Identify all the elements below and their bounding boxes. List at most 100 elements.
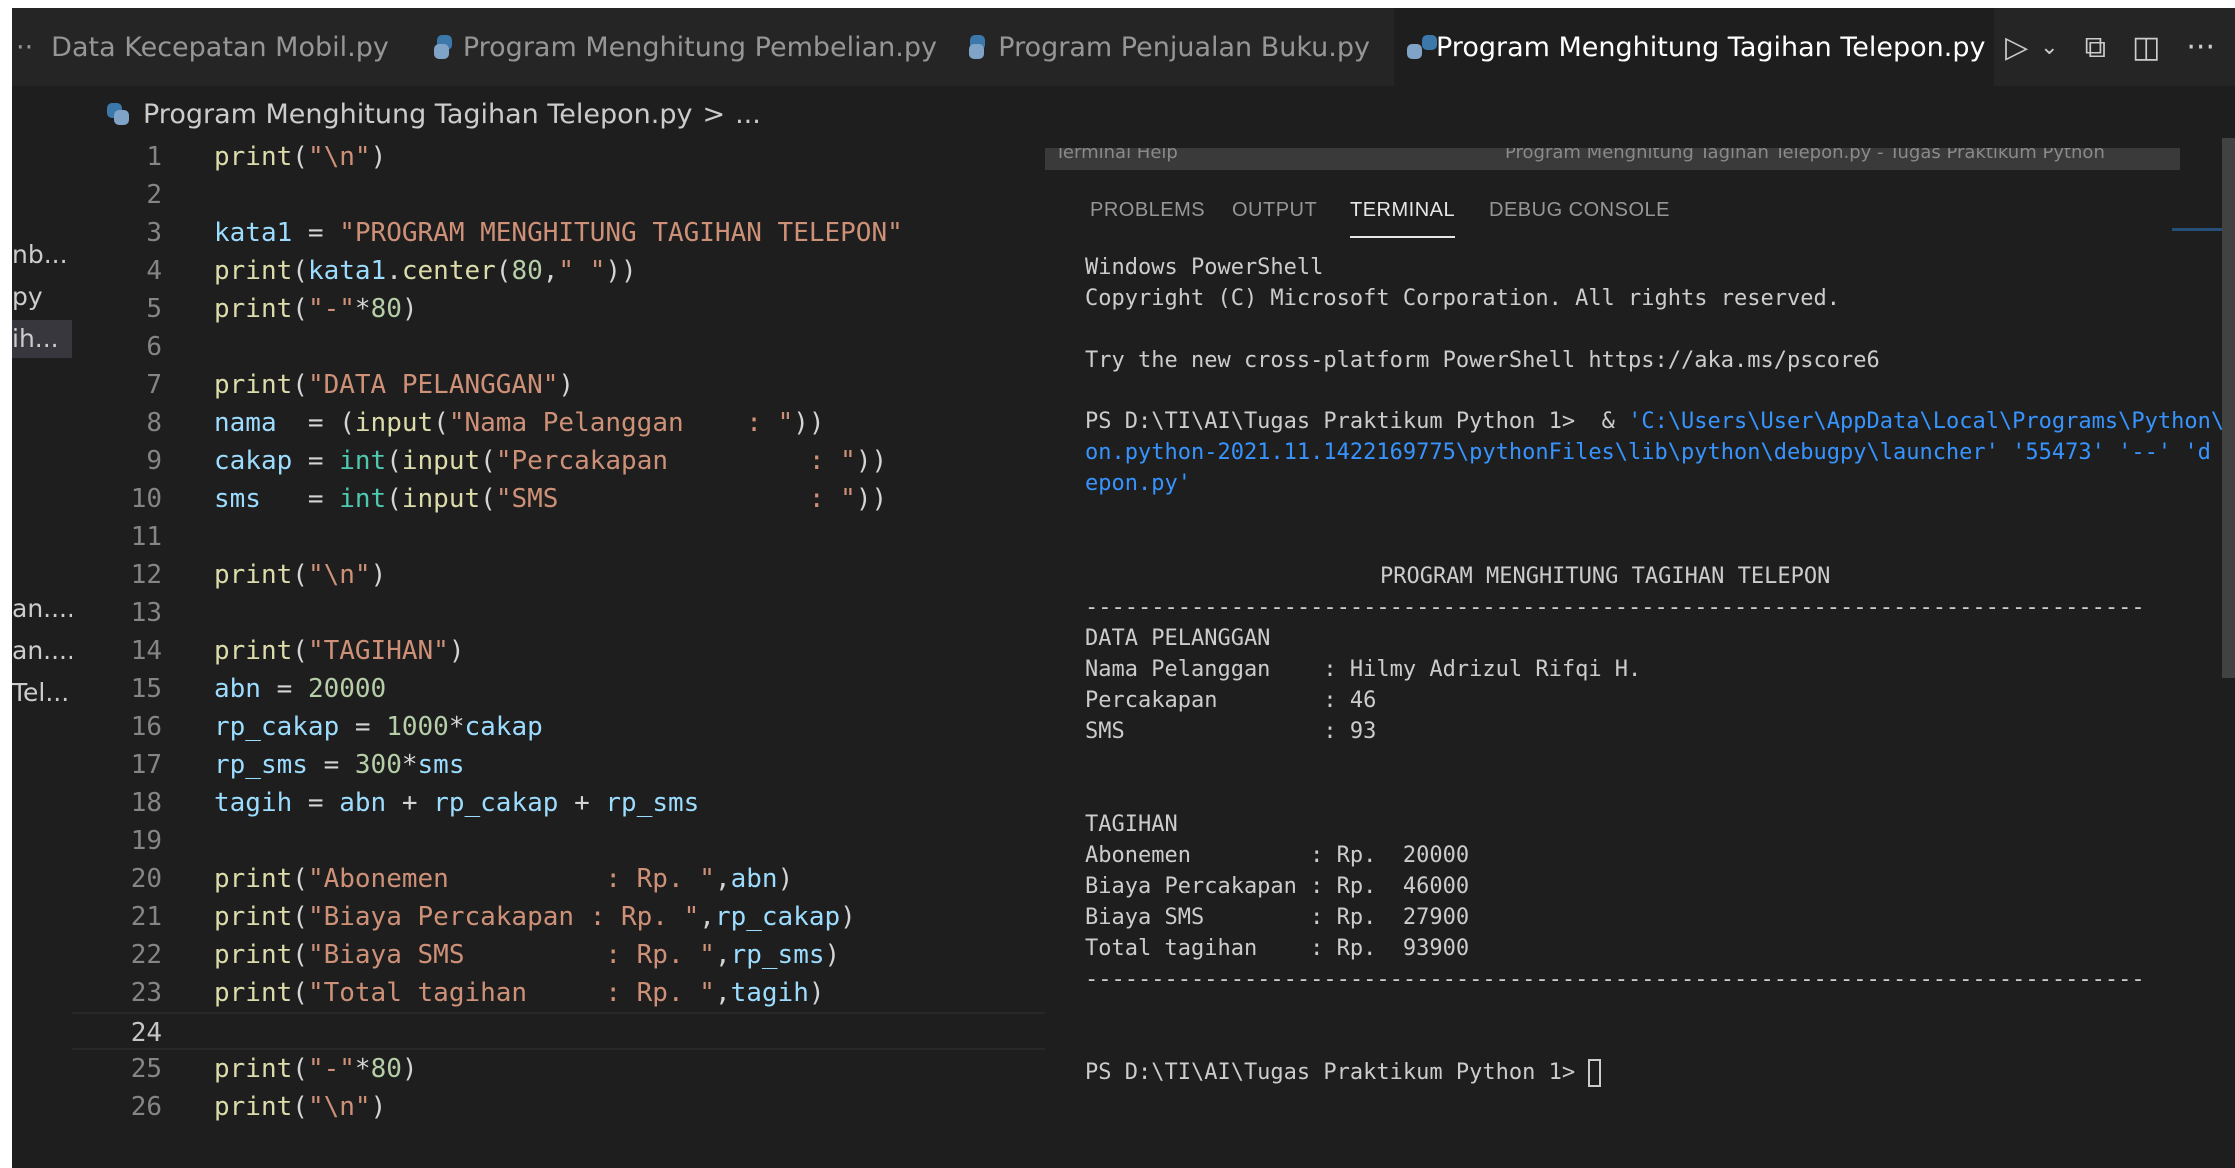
code-line: 19 [72, 822, 1057, 860]
code-line: 23 print("Total tagihan : Rp. ",tagih) [72, 974, 1057, 1012]
code-line: 1 print("\n") [72, 138, 1057, 176]
breadcrumb-file[interactable]: Program Menghitung Tagihan Telepon.py [143, 99, 692, 130]
output-tagihan-header: TAGIHAN [1085, 812, 1178, 837]
terminal-path: epon.py' [1085, 471, 1191, 496]
line-number: 24 [130, 1018, 162, 1048]
vscode-window: ·· Data Kecepatan Mobil.py Program Mengh… [12, 8, 2235, 1168]
explorer-item[interactable]: nb... [12, 236, 72, 274]
code-line: 6 [72, 328, 1057, 366]
code-line: 8 nama = (input("Nama Pelanggan : ")) [72, 404, 1057, 442]
line-number: 23 [130, 978, 162, 1008]
terminal-panel: Terminal Help Program Menghitung Tagihan… [1045, 148, 2235, 1168]
tab-data-kecepatan-mobil[interactable]: ·· Data Kecepatan Mobil.py [12, 8, 389, 86]
breadcrumb: Program Menghitung Tagihan Telepon.py > … [107, 94, 761, 134]
chevron-down-icon[interactable]: ⌄ [2040, 35, 2058, 60]
terminal-prompt: PS D:\TI\AI\Tugas Praktikum Python 1> [1085, 409, 1576, 434]
terminal-path: on.python-2021.11.1422169775\pythonFiles… [1085, 440, 2211, 465]
open-changes-icon[interactable]: ⧉ [2085, 30, 2106, 65]
tab-overflow-label: ·· [16, 31, 34, 63]
output-data-header: DATA PELANGGAN [1085, 626, 1271, 651]
minimap-accent [2172, 228, 2222, 231]
terminal-line: on.python-2021.11.1422169775\pythonFiles… [1085, 438, 2211, 468]
code-line: 14 print("TAGIHAN") [72, 632, 1057, 670]
tab-output[interactable]: OUTPUT [1232, 188, 1317, 238]
line-number: 26 [130, 1092, 162, 1122]
code-editor[interactable]: 1 print("\n") 2 3 kata1 = "PROGRAM MENGHIT… [72, 138, 1057, 1168]
line-number: 18 [130, 788, 162, 818]
line-number: 5 [146, 294, 162, 324]
tab-program-menghitung-pembelian[interactable]: Program Menghitung Pembelian.py [433, 8, 937, 86]
code-line: 18 tagih = abn + rp_cakap + rp_sms [72, 784, 1057, 822]
line-number: 25 [130, 1054, 162, 1084]
tab-label: Program Menghitung Tagihan Telepon.py [1436, 31, 1986, 63]
output-abonemen: Abonemen : Rp. 20000 [1085, 843, 1470, 868]
code-line: 16 rp_cakap = 1000*cakap [72, 708, 1057, 746]
line-number: 20 [130, 864, 162, 894]
code-line: 22 print("Biaya SMS : Rp. ",rp_sms) [72, 936, 1057, 974]
output-rule: ----------------------------------------… [1085, 595, 2145, 620]
line-number: 7 [146, 370, 162, 400]
explorer-item[interactable]: an.... [12, 590, 72, 628]
more-actions-icon[interactable]: ··· [2186, 30, 2215, 65]
line-number: 10 [130, 484, 162, 514]
explorer-item[interactable]: an.... [12, 632, 72, 670]
line-number: 8 [146, 408, 162, 438]
tab-terminal[interactable]: TERMINAL [1350, 188, 1456, 238]
code-line: 13 [72, 594, 1057, 632]
editor-toolbar: ▷ ⌄ ⧉ ◫ ··· [2005, 8, 2215, 86]
line-number: 15 [130, 674, 162, 704]
tab-debug-console[interactable]: DEBUG CONSOLE [1489, 188, 1670, 238]
terminal-operator: & [1601, 409, 1615, 434]
code-line-current: 24 [72, 1012, 1057, 1050]
code-line: 12 print("\n") [72, 556, 1057, 594]
editor-tab-bar: ·· Data Kecepatan Mobil.py Program Mengh… [12, 8, 2235, 86]
output-nama: Nama Pelanggan : Hilmy Adrizul Rifqi H. [1085, 657, 1642, 682]
terminal-cursor [1588, 1059, 1602, 1087]
run-icon[interactable]: ▷ [2005, 30, 2028, 65]
output-title: PROGRAM MENGHITUNG TAGIHAN TELEPON [1380, 564, 1831, 589]
code-line: 5 print("-"*80) [72, 290, 1057, 328]
output-biaya-percakapan: Biaya Percakapan : Rp. 46000 [1085, 874, 1470, 899]
code-line: 10 sms = int(input("SMS : ")) [72, 480, 1057, 518]
python-icon [107, 103, 129, 125]
tab-problems[interactable]: PROBLEMS [1090, 188, 1205, 238]
tab-label: Program Penjualan Buku.py [998, 31, 1370, 63]
line-number: 13 [130, 598, 162, 628]
code-line: 25 print("-"*80) [72, 1050, 1057, 1088]
terminal-prompt: PS D:\TI\AI\Tugas Praktikum Python 1> [1085, 1060, 1576, 1085]
scrollbar[interactable] [2222, 138, 2235, 678]
terminal-line: epon.py' [1085, 469, 1191, 499]
overlapping-window-title: Terminal Help Program Menghitung Tagihan… [1045, 148, 2180, 170]
terminal-path: 'C:\Users\User\AppData\Local\Programs\Py… [1628, 409, 2235, 434]
output-biaya-sms: Biaya SMS : Rp. 27900 [1085, 905, 1470, 930]
line-number: 21 [130, 902, 162, 932]
split-editor-icon[interactable]: ◫ [2132, 30, 2160, 65]
tab-label: Program Menghitung Pembelian.py [462, 31, 937, 63]
terminal-final-prompt[interactable]: PS D:\TI\AI\Tugas Praktikum Python 1> [1085, 1058, 1602, 1088]
line-number: 6 [146, 332, 162, 362]
terminal-line: Try the new cross-platform PowerShell ht… [1085, 348, 1880, 373]
explorer-item[interactable]: Tel... [12, 674, 72, 712]
line-number: 11 [130, 522, 162, 552]
explorer-item[interactable]: ih... [12, 320, 72, 358]
terminal-line: Windows PowerShell [1085, 255, 1324, 280]
line-number: 9 [146, 446, 162, 476]
code-line: 17 rp_sms = 300*sms [72, 746, 1057, 784]
output-sms: SMS : 93 [1085, 719, 1377, 744]
python-icon [433, 35, 452, 59]
line-number: 14 [130, 636, 162, 666]
code-line: 4 print(kata1.center(80," ")) [72, 252, 1057, 290]
tab-program-menghitung-tagihan-telepon[interactable]: Program Menghitung Tagihan Telepon.py [1394, 8, 1994, 86]
breadcrumb-symbol[interactable]: ... [735, 99, 761, 130]
code-line: 3 kata1 = "PROGRAM MENGHITUNG TAGIHAN TEL… [72, 214, 1057, 252]
output-total: Total tagihan : Rp. 93900 [1085, 936, 1470, 961]
line-number: 16 [130, 712, 162, 742]
tab-program-penjualan-buku[interactable]: Program Penjualan Buku.py [969, 8, 1370, 86]
line-number: 22 [130, 940, 162, 970]
terminal-command-line: PS D:\TI\AI\Tugas Praktikum Python 1> & … [1085, 407, 2235, 437]
explorer-item[interactable]: py [12, 278, 72, 316]
python-icon [969, 35, 986, 59]
code-line: 2 [72, 176, 1057, 214]
code-line: 15 abn = 20000 [72, 670, 1057, 708]
breadcrumb-separator: > [702, 98, 726, 130]
